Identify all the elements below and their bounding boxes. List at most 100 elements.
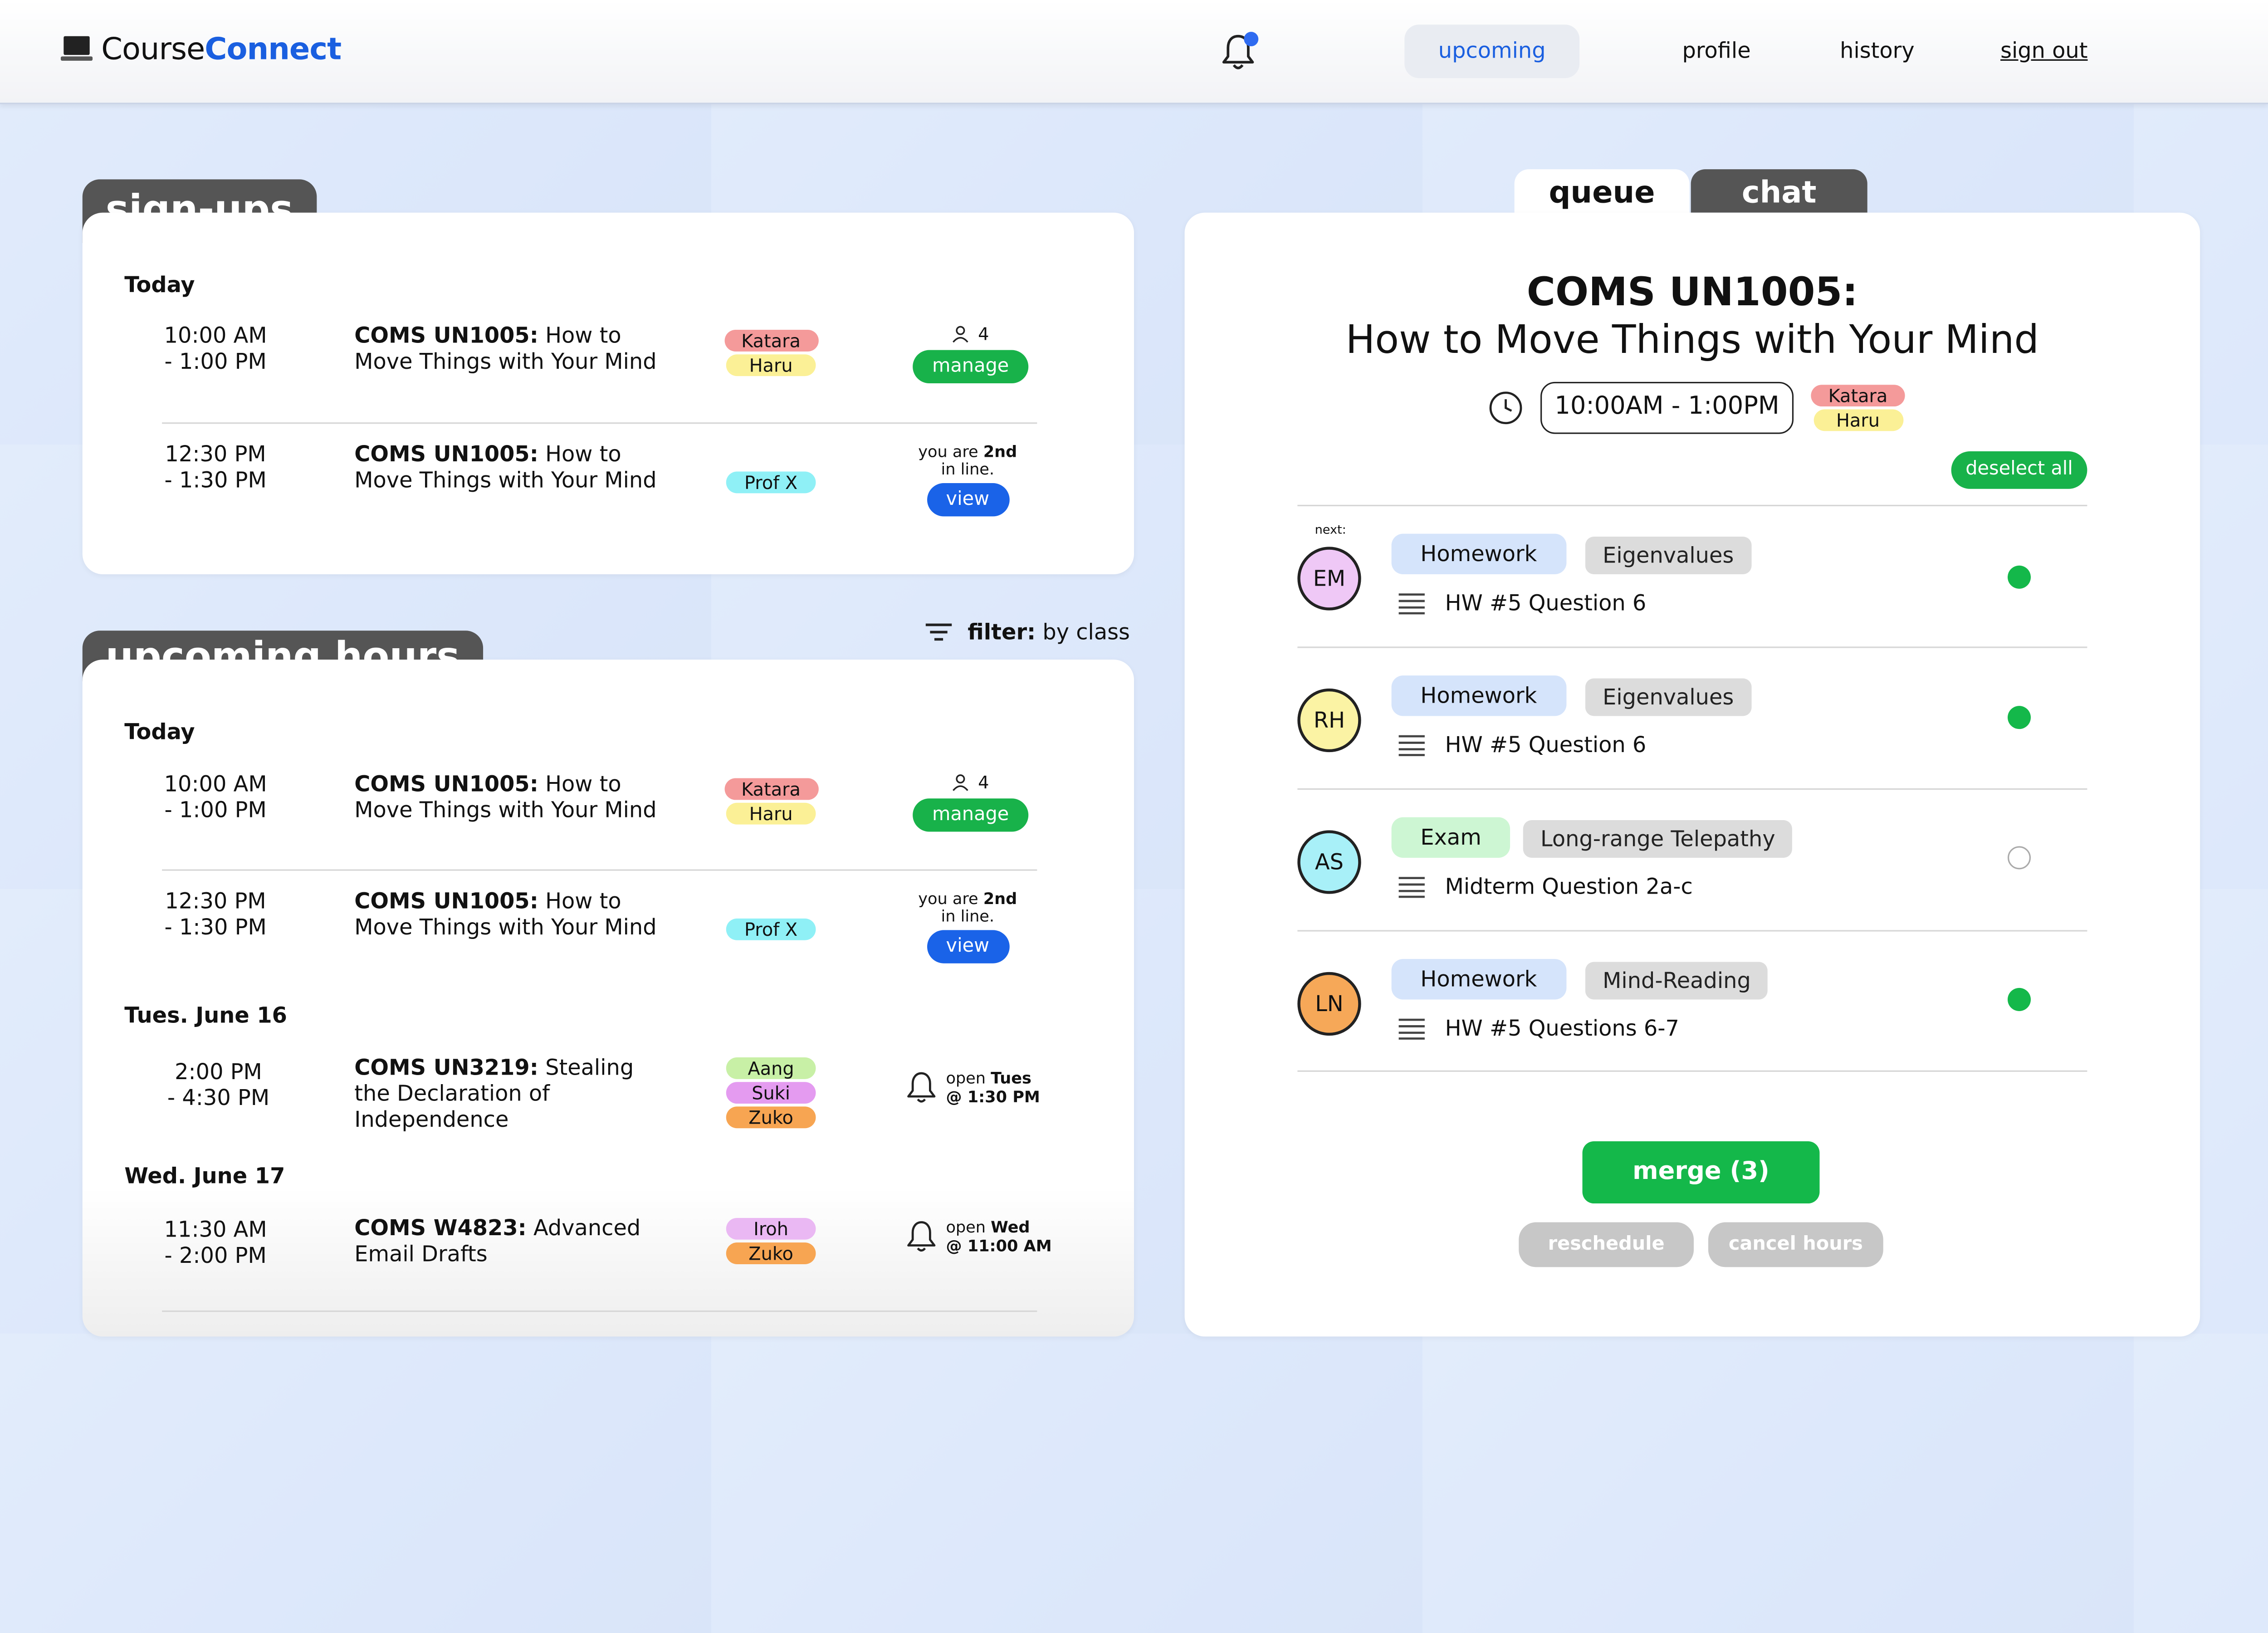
topic-tag: Eigenvalues [1585, 678, 1751, 716]
student-count: 4 [952, 323, 989, 346]
ta-pill: Haru [726, 354, 816, 376]
bell-icon [907, 1072, 936, 1103]
notification-dot [1244, 32, 1259, 47]
upcoming-hours-panel: Today 10:00 AM - 1:00 PM COMS UN1005: How… [82, 660, 1134, 1337]
ta-pill: Katara [1811, 385, 1905, 407]
ta-pill: Iroh [726, 1217, 816, 1240]
time-range: 2:00 PM - 4:30 PM [167, 1059, 270, 1111]
question-desc: HW #5 Questions 6-7 [1398, 1016, 1679, 1041]
topic-tag: Long-range Telepathy [1523, 820, 1793, 858]
ta-list: Katara Haru [713, 778, 829, 825]
ta-pill: Aang [726, 1057, 816, 1079]
student-count: 4 [952, 771, 989, 794]
bell-icon [907, 1221, 936, 1252]
logo-text-connect: Connect [205, 32, 342, 67]
filter-value: by class [1036, 619, 1130, 645]
view-button[interactable]: view [926, 930, 1009, 963]
tab-queue[interactable]: queue [1514, 169, 1690, 216]
ta-list: Prof X [713, 471, 829, 494]
type-tag: Homework [1391, 533, 1566, 574]
selected-indicator[interactable] [2008, 565, 2031, 589]
action-area: you are 2nd in line. view [888, 442, 1047, 517]
ta-pill: Katara [723, 778, 818, 800]
avatar: RH [1297, 688, 1361, 753]
reschedule-button[interactable]: reschedule [1519, 1222, 1694, 1267]
ta-pill: Prof X [726, 471, 816, 494]
ta-pill: Zuko [726, 1106, 816, 1129]
ta-list: Katara Haru [1811, 385, 1905, 431]
selected-indicator[interactable] [2008, 988, 2031, 1011]
row-divider [162, 422, 1037, 424]
type-tag: Exam [1391, 817, 1510, 858]
action-area: you are 2nd in line. view [888, 890, 1047, 963]
time-range: 10:00 AM - 1:00 PM [164, 323, 267, 375]
logo[interactable]: CourseConnect [60, 32, 342, 67]
type-tag: Homework [1391, 959, 1566, 1000]
course-name: COMS W4823: Advanced Email Drafts [354, 1215, 641, 1267]
logo-text-course: Course [101, 32, 205, 67]
queue-item[interactable]: LN Homework Mind-Reading HW #5 Questions… [1297, 930, 2087, 1072]
time-range: 10:00 AM - 1:00 PM [164, 771, 267, 823]
time-range-box: 10:00AM - 1:00PM [1540, 381, 1794, 434]
selected-indicator[interactable] [2008, 706, 2031, 729]
merge-button[interactable]: merge (3) [1582, 1141, 1820, 1204]
clock-icon [1489, 391, 1522, 425]
queue-item[interactable]: AS Exam Long-range Telepathy Midterm Que… [1297, 788, 2087, 930]
signups-panel: Today 10:00 AM - 1:00 PM COMS UN1005: How… [82, 212, 1134, 574]
queue-course-title: How to Move Things with Your Mind [1345, 318, 2039, 363]
avatar: EM [1297, 547, 1361, 611]
filter-icon [925, 623, 952, 641]
person-icon [953, 326, 969, 343]
queue-item[interactable]: RH Homework Eigenvalues HW #5 Question 6 [1297, 646, 2087, 788]
question-desc: Midterm Question 2a-c [1398, 874, 1693, 900]
text-lines-icon [1398, 876, 1425, 897]
avatar: LN [1297, 972, 1361, 1036]
deselect-all-button[interactable]: deselect all [1951, 451, 2087, 489]
laptop-icon [60, 36, 93, 62]
day-heading: Tues. June 16 [124, 1002, 287, 1029]
course-name: COMS UN1005: How to Move Things with You… [354, 441, 657, 494]
avatar: AS [1297, 830, 1361, 894]
time-range: 12:30 PM - 1:30 PM [164, 441, 267, 494]
nav-upcoming[interactable]: upcoming [1404, 24, 1580, 78]
topic-tag: Eigenvalues [1585, 537, 1751, 574]
notification-bell-icon[interactable] [1219, 32, 1260, 75]
queue-time-row: 10:00AM - 1:00PM Katara Haru [1488, 381, 1905, 434]
tab-chat[interactable]: chat [1691, 169, 1867, 213]
time-range: 12:30 PM - 1:30 PM [164, 888, 267, 940]
ta-pill: Suki [726, 1082, 816, 1104]
queue-position: you are 2nd in line. [918, 890, 1017, 926]
text-lines-icon [1398, 1018, 1425, 1039]
action-area: 4 manage [891, 771, 1050, 832]
manage-button[interactable]: manage [913, 798, 1029, 832]
cancel-hours-button[interactable]: cancel hours [1708, 1222, 1883, 1267]
course-name: COMS UN3219: Stealing the Declaration of… [354, 1054, 634, 1133]
ta-pill: Haru [726, 802, 816, 825]
ta-list: Iroh Zuko [713, 1217, 829, 1264]
topic-tag: Mind-Reading [1585, 962, 1769, 1000]
text-lines-icon [1398, 734, 1425, 756]
top-nav: CourseConnect upcoming profile history s… [0, 0, 2268, 104]
question-desc: HW #5 Question 6 [1398, 732, 1646, 758]
ta-pill: Prof X [726, 918, 816, 940]
queue-position: you are 2nd in line. [918, 442, 1017, 479]
text-lines-icon [1398, 592, 1425, 614]
view-button[interactable]: view [926, 483, 1009, 517]
open-notice: open Tues @ 1:30 PM [905, 1069, 1040, 1106]
ta-pill: Haru [1813, 409, 1903, 431]
queue-item[interactable]: next: EM Homework Eigenvalues HW #5 Ques… [1297, 504, 2087, 647]
day-heading: Wed. June 17 [124, 1163, 285, 1189]
nav-sign-out[interactable]: sign out [2000, 38, 2087, 64]
nav-history[interactable]: history [1840, 38, 1915, 64]
time-range: 11:30 AM - 2:00 PM [164, 1216, 267, 1269]
manage-button[interactable]: manage [913, 350, 1029, 384]
nav-profile[interactable]: profile [1682, 38, 1751, 64]
signups-day-heading: Today [124, 272, 195, 298]
filter-label: filter: [968, 619, 1036, 645]
open-notice: open Wed @ 11:00 AM [905, 1218, 1052, 1256]
ta-pill: Zuko [726, 1242, 816, 1264]
filter-control[interactable]: filter: by class [924, 619, 1130, 645]
type-tag: Homework [1391, 675, 1566, 716]
action-area: 4 manage [891, 323, 1050, 384]
unselected-indicator[interactable] [2008, 846, 2031, 870]
